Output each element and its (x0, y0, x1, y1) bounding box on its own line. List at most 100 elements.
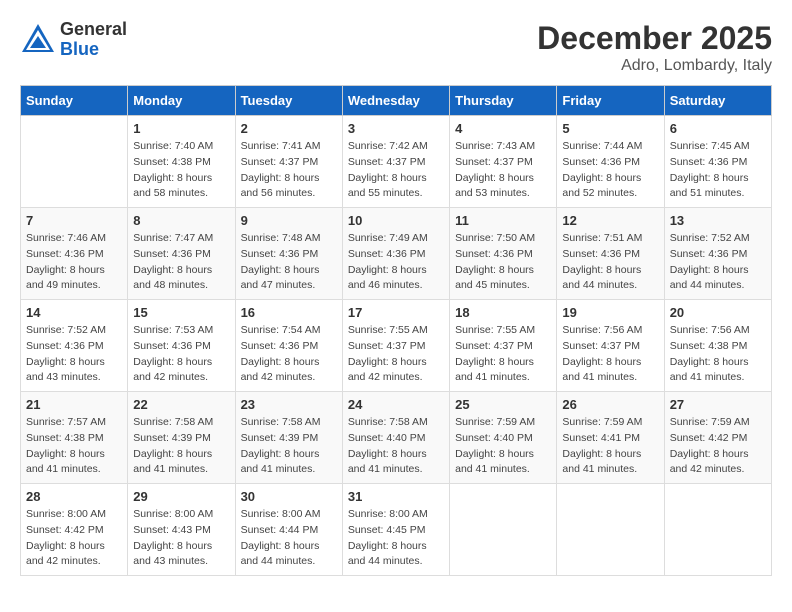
day-info: Sunrise: 7:45 AMSunset: 4:36 PMDaylight:… (670, 139, 766, 202)
day-info: Sunrise: 7:59 AMSunset: 4:42 PMDaylight:… (670, 415, 766, 478)
day-number: 23 (241, 397, 337, 412)
day-number: 9 (241, 213, 337, 228)
day-info: Sunrise: 7:49 AMSunset: 4:36 PMDaylight:… (348, 231, 444, 294)
day-info: Sunrise: 7:53 AMSunset: 4:36 PMDaylight:… (133, 323, 229, 386)
day-info: Sunrise: 8:00 AMSunset: 4:45 PMDaylight:… (348, 507, 444, 570)
logo-text: General Blue (60, 20, 127, 60)
calendar-table: SundayMondayTuesdayWednesdayThursdayFrid… (20, 85, 772, 576)
calendar-cell: 12 Sunrise: 7:51 AMSunset: 4:36 PMDayligh… (557, 208, 664, 300)
day-info: Sunrise: 7:50 AMSunset: 4:36 PMDaylight:… (455, 231, 551, 294)
day-number: 19 (562, 305, 658, 320)
day-info: Sunrise: 7:46 AMSunset: 4:36 PMDaylight:… (26, 231, 122, 294)
calendar-week-row: 7 Sunrise: 7:46 AMSunset: 4:36 PMDaylight… (21, 208, 772, 300)
day-info: Sunrise: 7:58 AMSunset: 4:40 PMDaylight:… (348, 415, 444, 478)
month-title: December 2025 (537, 20, 772, 57)
calendar-cell: 27 Sunrise: 7:59 AMSunset: 4:42 PMDayligh… (664, 392, 771, 484)
day-number: 25 (455, 397, 551, 412)
day-info: Sunrise: 7:41 AMSunset: 4:37 PMDaylight:… (241, 139, 337, 202)
calendar-cell: 1 Sunrise: 7:40 AMSunset: 4:38 PMDaylight… (128, 116, 235, 208)
day-number: 20 (670, 305, 766, 320)
weekday-header: Saturday (664, 86, 771, 116)
day-info: Sunrise: 7:51 AMSunset: 4:36 PMDaylight:… (562, 231, 658, 294)
calendar-cell: 14 Sunrise: 7:52 AMSunset: 4:36 PMDayligh… (21, 300, 128, 392)
calendar-cell: 26Sunrise: 7:59 AMSunset: 4:41 PMDayligh… (557, 392, 664, 484)
title-block: December 2025 Adro, Lombardy, Italy (537, 20, 772, 75)
weekday-header: Wednesday (342, 86, 449, 116)
day-info: Sunrise: 7:52 AMSunset: 4:36 PMDaylight:… (26, 323, 122, 386)
calendar-cell: 13 Sunrise: 7:52 AMSunset: 4:36 PMDayligh… (664, 208, 771, 300)
calendar-cell: 2 Sunrise: 7:41 AMSunset: 4:37 PMDaylight… (235, 116, 342, 208)
logo-blue: Blue (60, 40, 127, 60)
day-info: Sunrise: 7:42 AMSunset: 4:37 PMDaylight:… (348, 139, 444, 202)
logo: General Blue (20, 20, 127, 60)
calendar-cell: 20 Sunrise: 7:56 AMSunset: 4:38 PMDayligh… (664, 300, 771, 392)
calendar-cell: 9 Sunrise: 7:48 AMSunset: 4:36 PMDaylight… (235, 208, 342, 300)
calendar-cell: 7 Sunrise: 7:46 AMSunset: 4:36 PMDaylight… (21, 208, 128, 300)
day-number: 14 (26, 305, 122, 320)
calendar-cell (557, 484, 664, 576)
calendar-cell (664, 484, 771, 576)
day-number: 6 (670, 121, 766, 136)
calendar-cell: 15 Sunrise: 7:53 AMSunset: 4:36 PMDayligh… (128, 300, 235, 392)
day-info: Sunrise: 7:52 AMSunset: 4:36 PMDaylight:… (670, 231, 766, 294)
day-info: Sunrise: 7:58 AMSunset: 4:39 PMDaylight:… (133, 415, 229, 478)
calendar-cell (21, 116, 128, 208)
calendar-week-row: 28 Sunrise: 8:00 AMSunset: 4:42 PMDayligh… (21, 484, 772, 576)
calendar-cell: 5 Sunrise: 7:44 AMSunset: 4:36 PMDaylight… (557, 116, 664, 208)
weekday-header: Sunday (21, 86, 128, 116)
calendar-cell: 4 Sunrise: 7:43 AMSunset: 4:37 PMDaylight… (450, 116, 557, 208)
day-info: Sunrise: 7:59 AMSunset: 4:40 PMDaylight:… (455, 415, 551, 478)
day-number: 12 (562, 213, 658, 228)
day-number: 30 (241, 489, 337, 504)
calendar-cell: 23 Sunrise: 7:58 AMSunset: 4:39 PMDayligh… (235, 392, 342, 484)
day-info: Sunrise: 7:57 AMSunset: 4:38 PMDaylight:… (26, 415, 122, 478)
day-number: 1 (133, 121, 229, 136)
page-header: General Blue December 2025 Adro, Lombard… (20, 20, 772, 75)
day-number: 24 (348, 397, 444, 412)
calendar-cell: 6 Sunrise: 7:45 AMSunset: 4:36 PMDaylight… (664, 116, 771, 208)
day-info: Sunrise: 7:43 AMSunset: 4:37 PMDaylight:… (455, 139, 551, 202)
day-info: Sunrise: 7:58 AMSunset: 4:39 PMDaylight:… (241, 415, 337, 478)
calendar-cell: 21Sunrise: 7:57 AMSunset: 4:38 PMDayligh… (21, 392, 128, 484)
day-number: 31 (348, 489, 444, 504)
day-number: 15 (133, 305, 229, 320)
calendar-cell: 10 Sunrise: 7:49 AMSunset: 4:36 PMDayligh… (342, 208, 449, 300)
day-number: 29 (133, 489, 229, 504)
calendar-cell: 8Sunrise: 7:47 AMSunset: 4:36 PMDaylight… (128, 208, 235, 300)
day-info: Sunrise: 8:00 AMSunset: 4:44 PMDaylight:… (241, 507, 337, 570)
calendar-cell (450, 484, 557, 576)
weekday-header: Thursday (450, 86, 557, 116)
day-info: Sunrise: 7:40 AMSunset: 4:38 PMDaylight:… (133, 139, 229, 202)
calendar-week-row: 21Sunrise: 7:57 AMSunset: 4:38 PMDayligh… (21, 392, 772, 484)
day-number: 2 (241, 121, 337, 136)
day-info: Sunrise: 7:54 AMSunset: 4:36 PMDaylight:… (241, 323, 337, 386)
day-info: Sunrise: 7:56 AMSunset: 4:38 PMDaylight:… (670, 323, 766, 386)
day-info: Sunrise: 7:48 AMSunset: 4:36 PMDaylight:… (241, 231, 337, 294)
day-number: 22 (133, 397, 229, 412)
calendar-cell: 30 Sunrise: 8:00 AMSunset: 4:44 PMDayligh… (235, 484, 342, 576)
weekday-header: Friday (557, 86, 664, 116)
calendar-cell: 16Sunrise: 7:54 AMSunset: 4:36 PMDayligh… (235, 300, 342, 392)
day-info: Sunrise: 7:59 AMSunset: 4:41 PMDaylight:… (562, 415, 658, 478)
calendar-cell: 3Sunrise: 7:42 AMSunset: 4:37 PMDaylight… (342, 116, 449, 208)
day-info: Sunrise: 8:00 AMSunset: 4:43 PMDaylight:… (133, 507, 229, 570)
weekday-header-row: SundayMondayTuesdayWednesdayThursdayFrid… (21, 86, 772, 116)
day-info: Sunrise: 7:55 AMSunset: 4:37 PMDaylight:… (348, 323, 444, 386)
day-number: 27 (670, 397, 766, 412)
weekday-header: Tuesday (235, 86, 342, 116)
day-number: 18 (455, 305, 551, 320)
day-info: Sunrise: 7:56 AMSunset: 4:37 PMDaylight:… (562, 323, 658, 386)
day-info: Sunrise: 8:00 AMSunset: 4:42 PMDaylight:… (26, 507, 122, 570)
location-title: Adro, Lombardy, Italy (537, 57, 772, 75)
day-number: 4 (455, 121, 551, 136)
day-number: 10 (348, 213, 444, 228)
day-number: 13 (670, 213, 766, 228)
weekday-header: Monday (128, 86, 235, 116)
day-number: 28 (26, 489, 122, 504)
logo-icon (20, 22, 56, 58)
day-number: 7 (26, 213, 122, 228)
day-number: 17 (348, 305, 444, 320)
calendar-cell: 19 Sunrise: 7:56 AMSunset: 4:37 PMDayligh… (557, 300, 664, 392)
day-info: Sunrise: 7:44 AMSunset: 4:36 PMDaylight:… (562, 139, 658, 202)
day-number: 5 (562, 121, 658, 136)
